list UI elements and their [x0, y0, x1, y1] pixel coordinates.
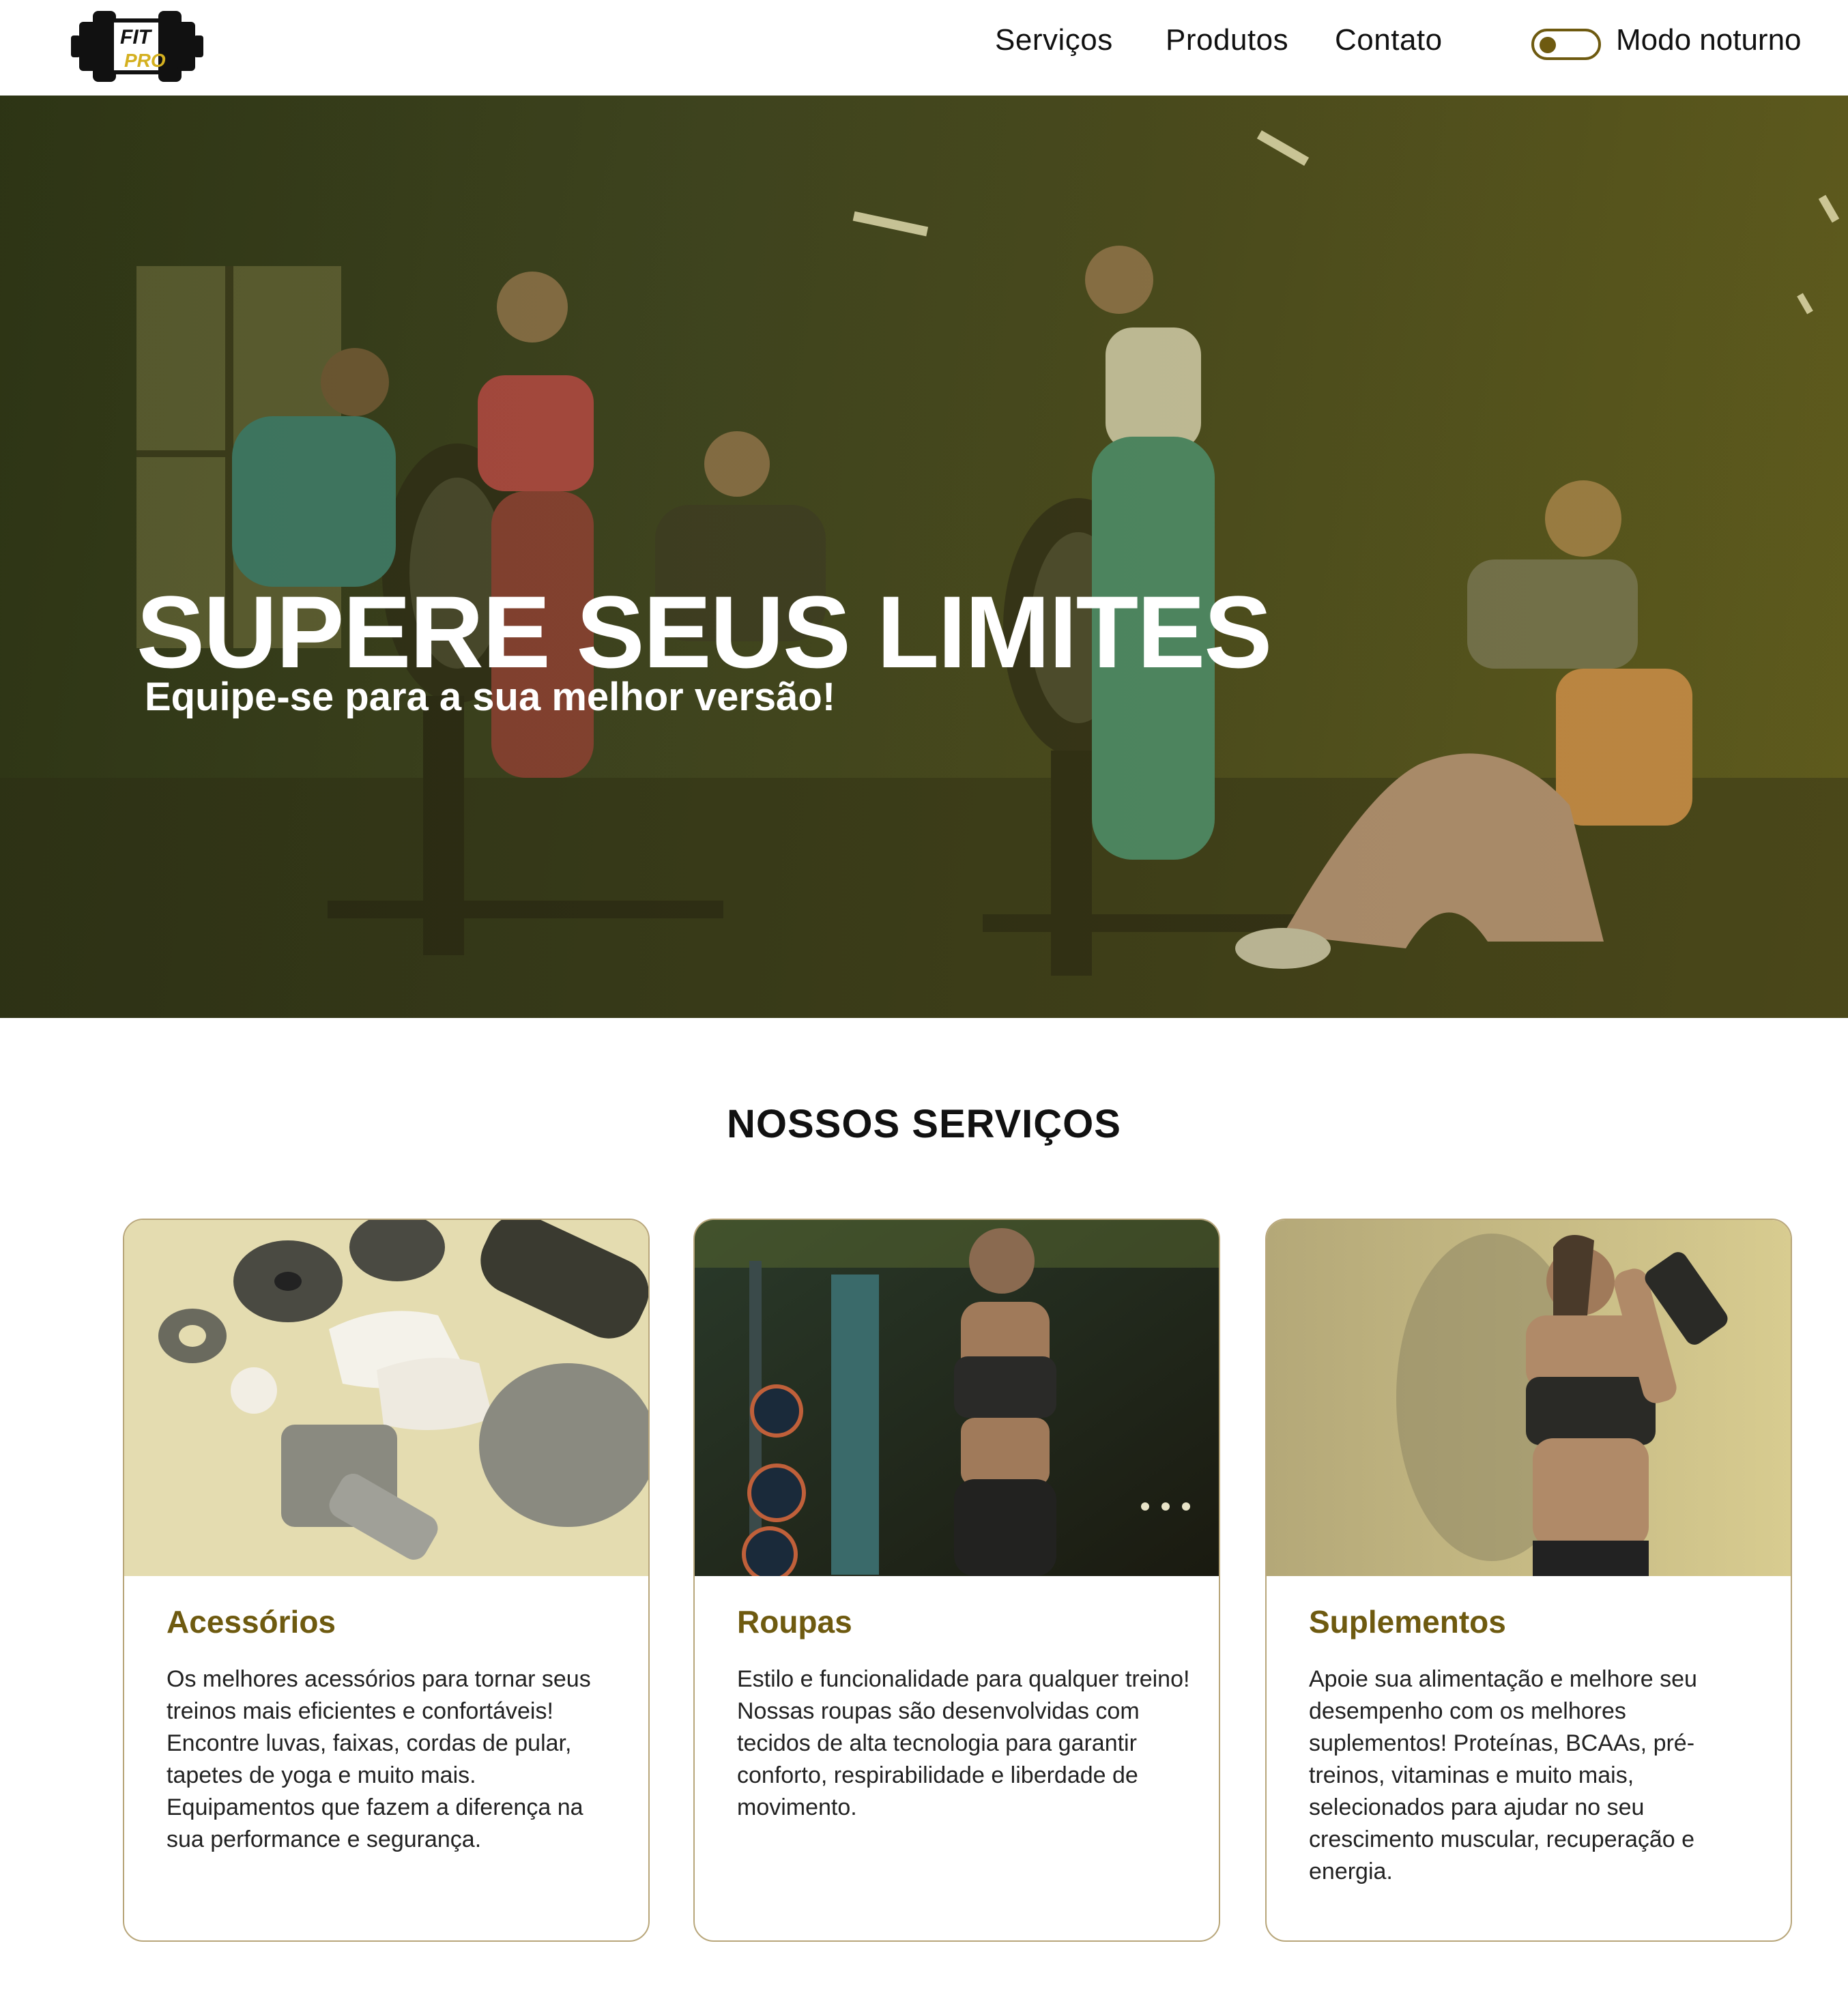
logo-text-pro: PRO	[124, 50, 166, 71]
toggle-knob	[1540, 37, 1556, 53]
card-text-acessorios: Os melhores acessórios para tornar seus …	[167, 1666, 591, 1852]
services-section-title: NOSSOS SERVIÇOS	[727, 1102, 1121, 1146]
card-text-roupas: Estilo e funcionalidade para qualquer tr…	[737, 1666, 1190, 1820]
night-mode-label[interactable]: Modo noturno	[1616, 23, 1802, 57]
service-card-roupas[interactable]: Roupas Estilo e funcionalidade para qual…	[693, 1219, 1220, 1942]
card-image-roupas	[695, 1220, 1219, 1576]
service-card-acessorios[interactable]: Acessórios Os melhores acessórios para t…	[123, 1219, 650, 1942]
dumbbell-logo-icon[interactable]: FIT PRO	[71, 7, 203, 86]
nav-link-contato[interactable]: Contato	[1335, 23, 1443, 57]
card-image-suplementos	[1267, 1220, 1791, 1576]
card-title-roupas: Roupas	[737, 1604, 852, 1640]
nav-link-produtos[interactable]: Produtos	[1166, 23, 1288, 57]
site-header: FIT PRO Serviços Produtos Contato Modo n…	[0, 0, 1848, 96]
night-mode-toggle[interactable]	[1531, 29, 1601, 60]
card-title-acessorios: Acessórios	[167, 1604, 336, 1640]
service-card-suplementos[interactable]: Suplementos Apoie sua alimentação e melh…	[1265, 1219, 1792, 1942]
card-text-suplementos: Apoie sua alimentação e melhore seu dese…	[1309, 1666, 1697, 1884]
nav-link-servicos[interactable]: Serviços	[995, 23, 1113, 57]
hero-color-overlay	[0, 96, 1848, 1018]
logo-text-fit: FIT	[120, 26, 153, 48]
card-title-suplementos: Suplementos	[1309, 1604, 1506, 1640]
hero-subtitle: Equipe-se para a sua melhor versão!	[145, 675, 836, 719]
hero-banner: SUPERE SEUS LIMITES Equipe-se para a sua…	[0, 96, 1848, 1018]
card-image-acessorios	[124, 1220, 648, 1576]
